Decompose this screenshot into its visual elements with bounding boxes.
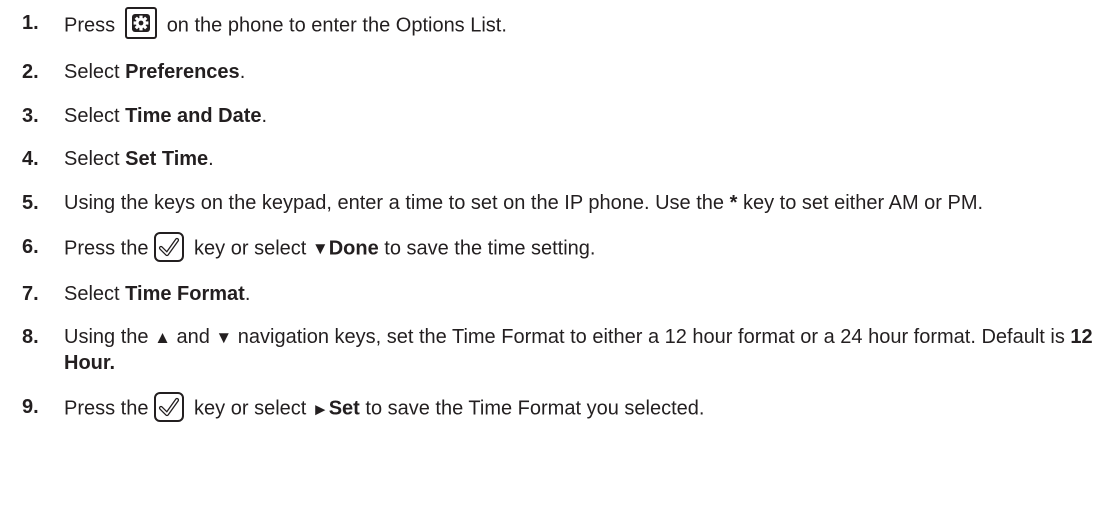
step-number: 4. [22, 148, 39, 171]
step-text: Using the keys on the keypad, enter a ti… [64, 191, 730, 214]
step-text: key to set either AM or PM. [737, 191, 984, 214]
step-text: Press [64, 14, 116, 37]
step-text: navigation keys, set the Time Format to … [232, 326, 1071, 349]
step-text: Select [64, 61, 126, 84]
step-1: 1. Press on the phone to enter the Optio… [22, 7, 1102, 42]
step-text: Press the [64, 397, 149, 420]
softkey-name: Set [328, 397, 360, 420]
step-text: to save the time setting. [378, 236, 596, 259]
menu-item-name: Preferences [125, 61, 240, 84]
step-number: 7. [22, 282, 39, 305]
down-arrow-icon: ▼ [311, 238, 329, 258]
step-text: on the phone to enter the Options List. [166, 14, 507, 37]
step-text: and [170, 326, 216, 349]
right-arrow-icon: ► [311, 399, 329, 419]
step-number: 8. [22, 326, 39, 349]
softkey-name: Done [328, 236, 379, 259]
step-number: 5. [22, 191, 39, 214]
step-number: 6. [22, 235, 39, 258]
step-number: 9. [22, 396, 39, 419]
step-9: 9. Press the key or select ►Set to save … [22, 392, 1102, 424]
step-2: 2. Select Preferences. [22, 59, 1102, 85]
step-number: 1. [22, 12, 39, 34]
instruction-steps: 1. Press on the phone to enter the Optio… [22, 7, 1102, 442]
step-6: 6. Press the key or select ▼Done to save… [22, 231, 1102, 264]
step-text: key or select [194, 236, 312, 259]
step-text: Select [64, 148, 126, 171]
options-key-gear-icon [125, 7, 158, 39]
menu-item-name: Time Format [125, 282, 245, 305]
step-4: 4. Select Set Time. [22, 146, 1102, 172]
step-text: . [261, 104, 268, 127]
step-text: Press the [64, 236, 149, 259]
step-3: 3. Select Time and Date. [22, 103, 1102, 129]
step-number: 3. [22, 104, 39, 127]
step-text: key or select [194, 397, 312, 420]
step-8: 8. Using the ▲ and ▼ navigation keys, se… [22, 324, 1102, 376]
step-text: Using the [64, 326, 155, 349]
ok-key-checkmark-icon [154, 392, 185, 423]
step-5: 5. Using the keys on the keypad, enter a… [22, 190, 1102, 216]
step-text: . [244, 282, 251, 305]
step-text: . [208, 148, 214, 171]
step-text: . [239, 61, 246, 84]
ok-key-checkmark-icon [154, 231, 185, 262]
menu-item-name: Set Time [125, 148, 209, 171]
step-text: Select [64, 104, 126, 127]
step-number: 2. [22, 61, 39, 84]
step-text: to save the Time Format you selected. [359, 397, 705, 420]
menu-item-name: Time and Date [125, 104, 262, 127]
down-arrow-icon: ▼ [215, 328, 233, 348]
up-arrow-icon: ▲ [154, 328, 171, 348]
step-text: Select [64, 282, 126, 305]
step-7: 7. Select Time Format. [22, 281, 1102, 307]
